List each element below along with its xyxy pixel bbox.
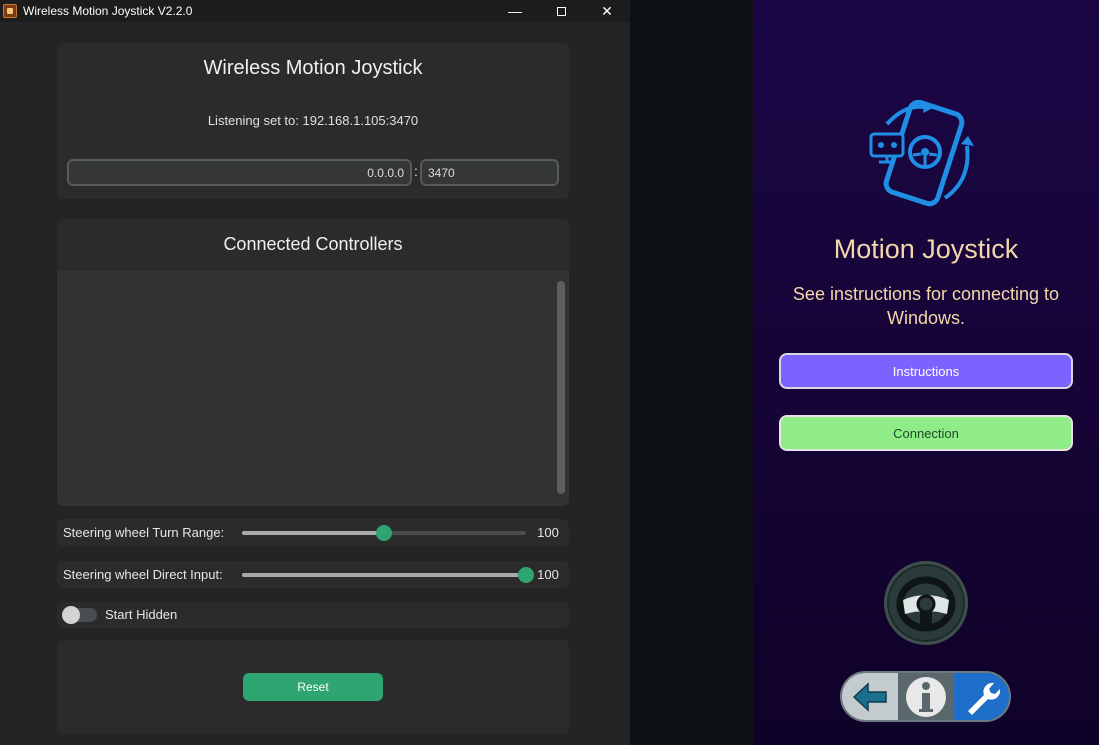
steering-wheel-icon (896, 576, 956, 632)
wrench-icon (967, 682, 1000, 715)
port-input[interactable] (420, 159, 559, 186)
connection-button[interactable]: Connection (779, 415, 1073, 451)
joystick-window: Wireless Motion Joystick V2.2.0 — ✕ Wire… (0, 0, 630, 745)
phone-app-subtitle: See instructions for connecting to Windo… (792, 284, 1060, 328)
bottom-nav-bar (840, 671, 1011, 722)
direct-input-fill (242, 573, 526, 577)
maximize-button[interactable] (538, 0, 584, 22)
start-hidden-label: Start Hidden (105, 607, 178, 622)
desktop-gap (630, 0, 753, 745)
turn-range-value: 100 (537, 525, 559, 540)
settings-button[interactable] (954, 673, 1009, 720)
connected-controllers-title: Connected Controllers (223, 234, 403, 254)
back-button[interactable] (842, 673, 898, 720)
ip-address-input[interactable] (67, 159, 412, 186)
instructions-button[interactable]: Instructions (779, 353, 1073, 389)
back-arrow-icon (852, 681, 887, 712)
turn-range-fill (242, 531, 384, 535)
connected-controllers-panel: Connected Controllers (57, 219, 569, 506)
phone-controller-icon (869, 100, 974, 207)
turn-range-slider[interactable] (242, 525, 526, 541)
app-icon (3, 4, 17, 18)
direct-input-row: Steering wheel Direct Input: 100 (57, 561, 569, 588)
phone-app-screen: Motion Joystick See instructions for con… (753, 0, 1099, 745)
info-icon (906, 676, 946, 717)
phone-app-title: Motion Joystick (833, 234, 1019, 264)
direct-input-value: 100 (537, 567, 559, 582)
controllers-scrollbar[interactable] (557, 281, 565, 494)
close-button[interactable]: ✕ (584, 0, 630, 22)
ip-port-separator: : (414, 163, 418, 179)
turn-range-label: Steering wheel Turn Range: (63, 525, 225, 540)
window-title: Wireless Motion Joystick V2.2.0 (23, 4, 193, 18)
direct-input-label: Steering wheel Direct Input: (63, 567, 223, 582)
info-button[interactable] (898, 673, 954, 720)
app-heading: Wireless Motion Joystick (203, 57, 423, 79)
window-controls: — ✕ (492, 0, 630, 22)
direct-input-slider[interactable] (242, 567, 534, 583)
reset-button[interactable]: Reset (243, 673, 383, 701)
reset-panel: Reset (57, 640, 569, 734)
start-hidden-toggle[interactable] (62, 606, 97, 624)
listening-status: Listening set to: 192.168.1.105:3470 (207, 113, 419, 128)
title-bar[interactable]: Wireless Motion Joystick V2.2.0 — ✕ (0, 0, 630, 22)
minimize-button[interactable]: — (492, 0, 538, 22)
maximize-icon (556, 6, 566, 16)
controllers-list[interactable] (57, 271, 569, 506)
listening-panel: Wireless Motion Joystick Listening set t… (57, 43, 569, 199)
turn-range-knob[interactable] (376, 525, 392, 541)
toggle-knob (62, 606, 80, 624)
steering-wheel-button[interactable] (884, 561, 968, 645)
turn-range-row: Steering wheel Turn Range: 100 (57, 519, 569, 546)
start-hidden-row: Start Hidden (57, 602, 569, 628)
